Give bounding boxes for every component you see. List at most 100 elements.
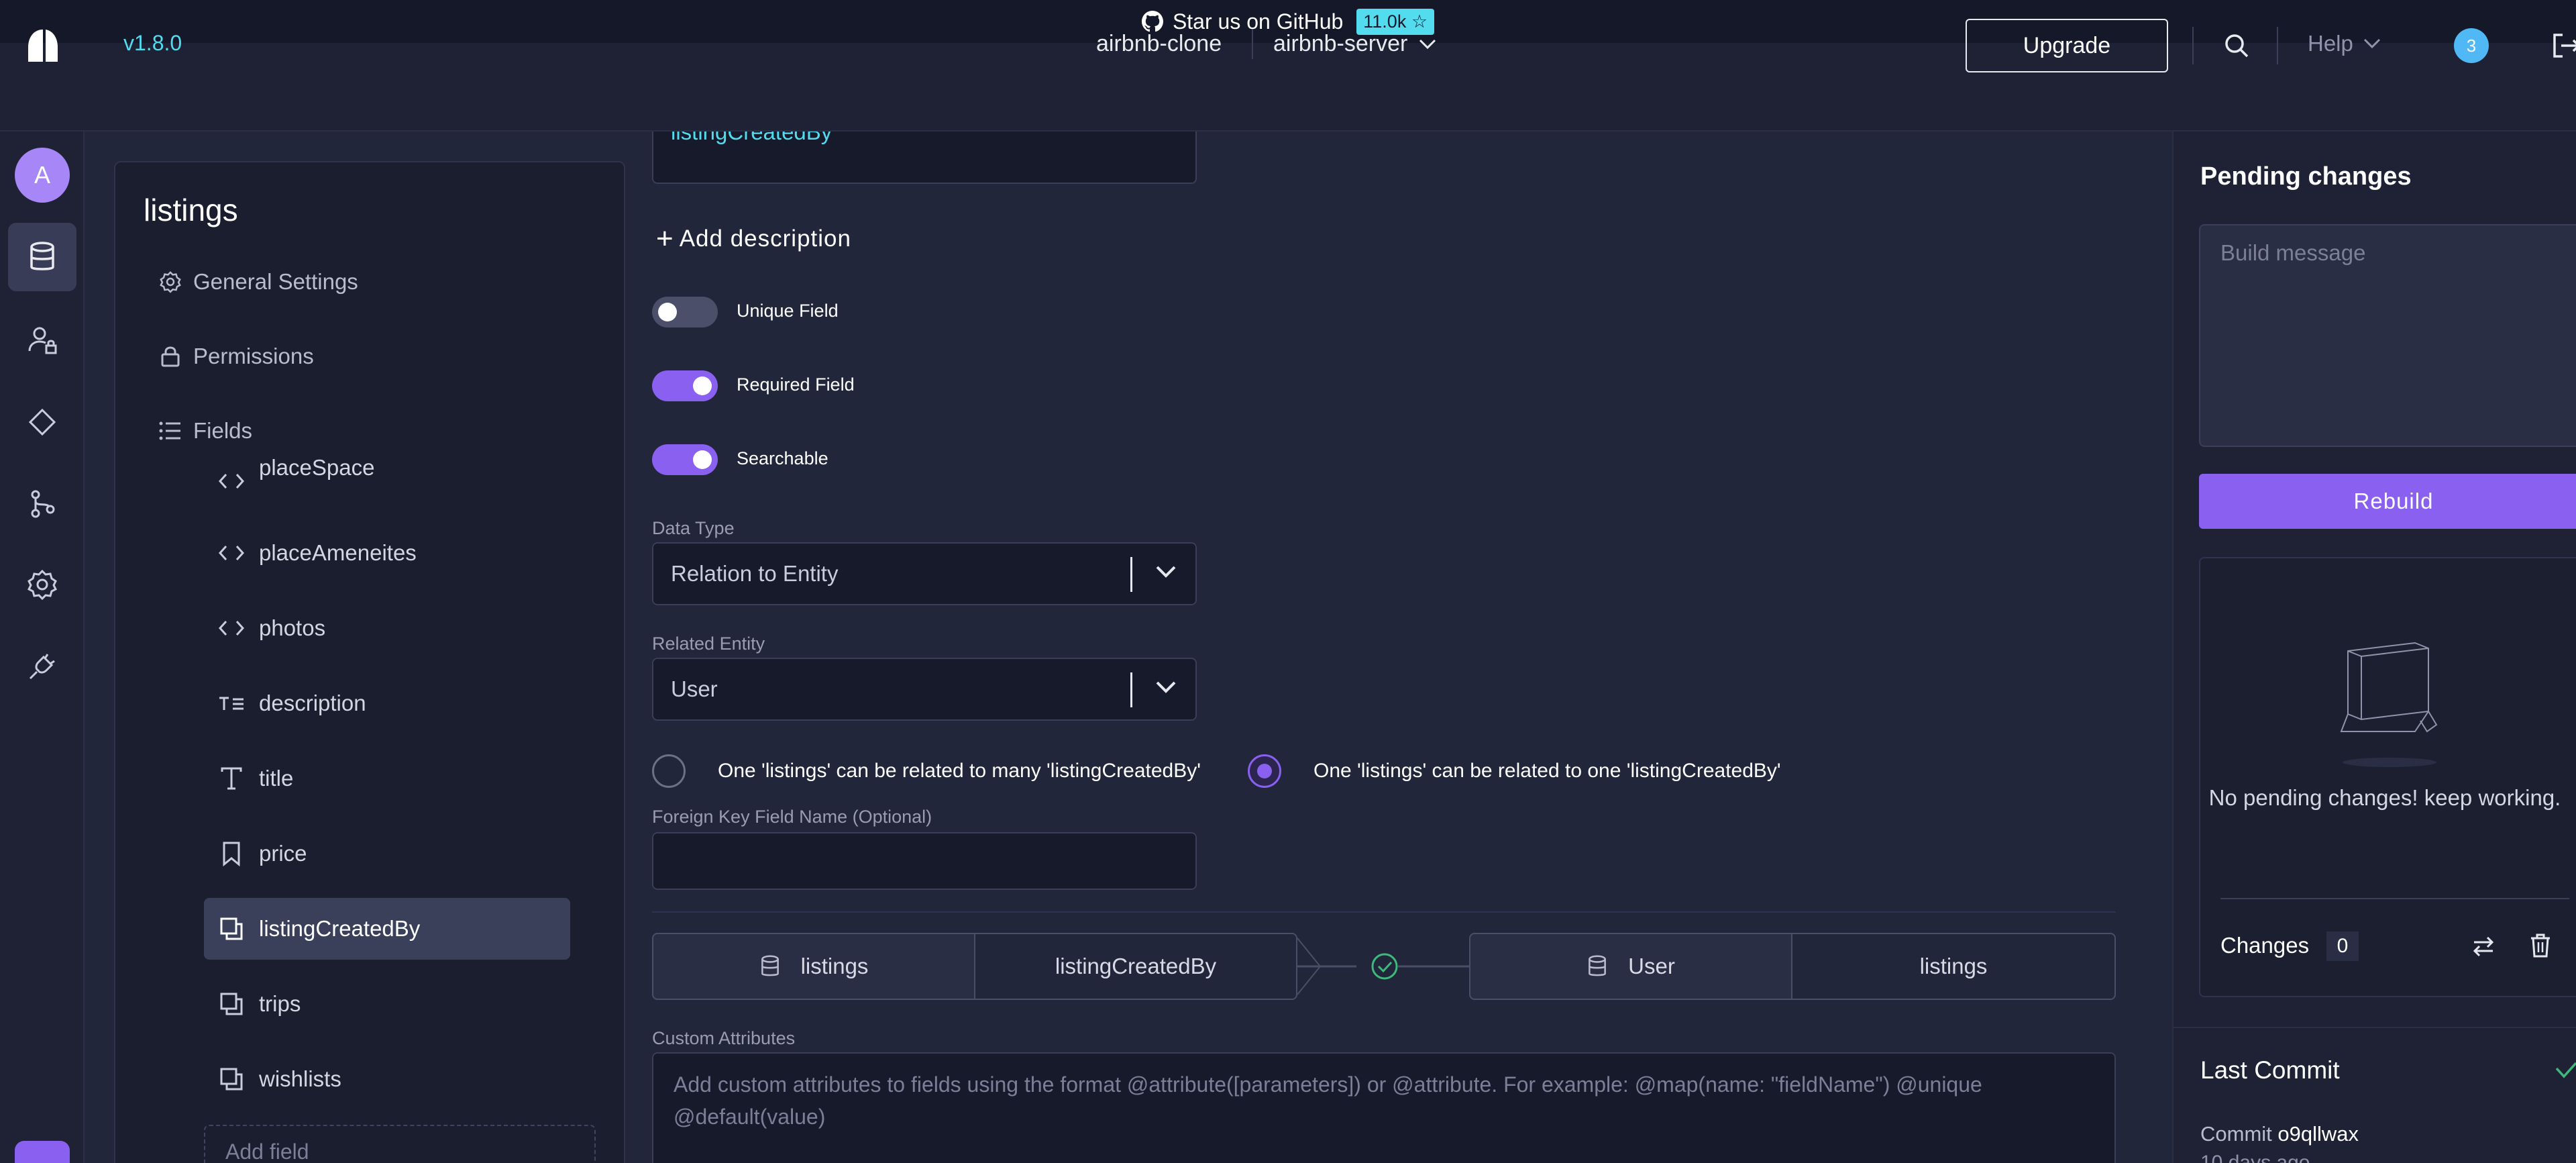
rail-entities-button[interactable] <box>8 223 76 291</box>
relation-one-to-one-radio[interactable] <box>1248 754 1281 788</box>
data-type-label: Data Type <box>652 518 735 538</box>
rail-git-button[interactable] <box>8 470 76 538</box>
entity-title: listings <box>144 193 238 227</box>
last-commit-divider <box>2172 1027 2576 1028</box>
related-entity-select[interactable]: User <box>652 658 1197 721</box>
related-entity-label: Related Entity <box>652 634 765 654</box>
lock-icon <box>157 343 184 370</box>
field-item-price[interactable]: price <box>204 823 570 884</box>
add-description-button[interactable]: + Add description <box>656 224 851 254</box>
list-icon <box>157 417 184 444</box>
field-label: photos <box>259 615 326 640</box>
field-label: wishlists <box>259 1066 341 1091</box>
searchable-label: Searchable <box>737 448 828 468</box>
field-name-input[interactable]: listingCreatedBy <box>652 132 1197 184</box>
rail-chat-button[interactable] <box>15 1141 70 1163</box>
relation-one-to-many-radio[interactable] <box>652 754 686 788</box>
commit-date: 10 days ago <box>2200 1152 2310 1163</box>
trash-icon[interactable] <box>2529 933 2552 958</box>
data-type-select[interactable]: Relation to Entity <box>652 542 1197 605</box>
logout-icon[interactable] <box>2549 30 2576 62</box>
star-icon: ☆ <box>1411 11 1428 32</box>
user-avatar[interactable]: A <box>15 148 70 203</box>
rail-plugins-button[interactable] <box>8 632 76 701</box>
field-item-placespace[interactable]: placeSpace <box>204 448 570 491</box>
unique-field-label: Unique Field <box>737 301 839 321</box>
searchable-toggle[interactable] <box>652 444 718 475</box>
section-divider <box>652 911 2116 913</box>
database-icon <box>1587 954 1608 978</box>
required-field-toggle[interactable] <box>652 370 718 401</box>
help-menu[interactable]: Help <box>2308 31 2381 56</box>
notifications-badge[interactable]: 3 <box>2454 28 2489 63</box>
app-version: v1.8.0 <box>123 31 182 55</box>
chevron-down-icon <box>2363 38 2380 49</box>
add-field-input[interactable]: Add field <box>204 1125 596 1163</box>
foreign-key-label: Foreign Key Field Name (Optional) <box>652 807 932 827</box>
field-label: price <box>259 841 307 866</box>
field-item-listingcreatedby[interactable]: listingCreatedBy <box>204 898 570 960</box>
amplication-logo-icon[interactable] <box>24 27 62 64</box>
nav-permissions[interactable]: Permissions <box>157 343 314 370</box>
commit-prefix: Commit <box>2200 1122 2272 1146</box>
search-icon[interactable] <box>2220 30 2253 62</box>
header-divider <box>2277 27 2278 64</box>
changes-divider <box>2220 898 2569 899</box>
field-label: placeAmeneites <box>259 540 417 565</box>
database-icon <box>30 242 54 270</box>
project-name: airbnb-server <box>1273 31 1408 56</box>
relation-right-entity: User <box>1469 933 1792 1000</box>
no-pending-changes-text: No pending changes! keep working. <box>2208 785 2561 810</box>
rail-roles-button[interactable] <box>8 306 76 374</box>
rail-modules-button[interactable] <box>8 388 76 456</box>
unique-field-toggle[interactable] <box>652 297 718 327</box>
relation-left-entity: listings <box>652 933 975 1000</box>
field-item-title[interactable]: title <box>204 748 570 809</box>
foreign-key-input[interactable] <box>652 832 1197 890</box>
relation-right-field-name: listings <box>1919 954 1988 978</box>
commit-line[interactable]: Commit o9qllwax <box>2200 1122 2359 1146</box>
field-label: listingCreatedBy <box>259 916 421 941</box>
nav-fields[interactable]: Fields <box>157 417 252 444</box>
custom-attributes-textarea[interactable]: Add custom attributes to fields using th… <box>652 1052 2116 1163</box>
github-icon <box>1141 11 1163 32</box>
upgrade-button[interactable]: Upgrade <box>1966 19 2168 72</box>
pending-changes-title: Pending changes <box>2200 162 2412 191</box>
field-label: description <box>259 691 366 715</box>
checkmark-icon <box>2555 1062 2576 1078</box>
custom-attributes-placeholder: Add custom attributes to fields using th… <box>674 1072 1982 1129</box>
relation-icon <box>217 990 246 1018</box>
field-item-photos[interactable]: photos <box>204 597 570 659</box>
compare-icon[interactable] <box>2471 934 2496 958</box>
last-commit-title: Last Commit <box>2200 1056 2340 1084</box>
related-entity-value: User <box>671 676 718 701</box>
field-item-placeameneites[interactable]: placeAmeneites <box>204 522 570 584</box>
user-lock-icon <box>28 327 57 354</box>
chevron-down-icon <box>1156 566 1176 578</box>
field-item-wishlists[interactable]: wishlists <box>204 1048 570 1110</box>
nav-general-settings[interactable]: General Settings <box>157 268 358 295</box>
changes-label: Changes <box>2220 933 2310 958</box>
commit-id: o9qllwax <box>2277 1122 2359 1146</box>
select-divider <box>1130 557 1132 592</box>
changes-card <box>2199 557 2576 997</box>
code-icon <box>217 467 246 491</box>
field-label: placeSpace <box>259 455 375 480</box>
add-description-label: Add description <box>679 225 851 252</box>
build-message-textarea[interactable]: Build message <box>2199 224 2576 447</box>
project-selector[interactable]: airbnb-server <box>1273 31 1437 57</box>
nav-label: Fields <box>193 418 253 443</box>
workspace-name[interactable]: airbnb-clone <box>1096 31 1222 57</box>
field-item-trips[interactable]: trips <box>204 973 570 1035</box>
header-divider <box>1252 30 1253 59</box>
relation-left-field: listingCreatedBy <box>974 933 1297 1000</box>
relation-right-field: listings <box>1791 933 2116 1000</box>
diamond-icon <box>28 408 56 436</box>
nav-label: Permissions <box>193 344 314 368</box>
field-item-description[interactable]: description <box>204 672 570 734</box>
rail-settings-button[interactable] <box>8 550 76 619</box>
code-icon <box>217 614 246 642</box>
banner-text: Star us on GitHub <box>1172 9 1344 34</box>
rebuild-button[interactable]: Rebuild <box>2199 474 2576 529</box>
relation-icon <box>217 915 246 943</box>
